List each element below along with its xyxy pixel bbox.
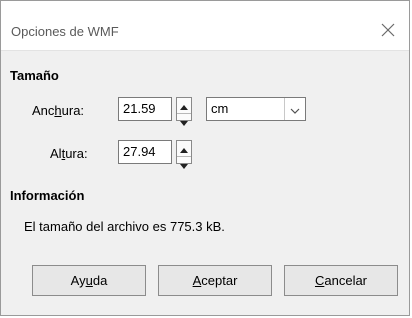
unit-select-arrow[interactable] [284, 98, 305, 120]
width-increment-button[interactable] [177, 98, 191, 114]
help-button[interactable]: Ayuda [32, 265, 146, 296]
title-bar: Opciones de WMF [1, 1, 409, 51]
ok-button[interactable]: Aceptar [158, 265, 272, 296]
height-spin-buttons[interactable] [176, 140, 192, 169]
width-spinbox[interactable]: 21.59 [118, 97, 192, 126]
height-increment-button[interactable] [177, 141, 191, 157]
help-button-label: Ayuda [70, 273, 108, 288]
window-title: Opciones de WMF [11, 24, 119, 39]
width-label: Anchura: [32, 103, 85, 118]
wmf-options-dialog: Opciones de WMF Tamaño Anchura: 21.59 cm… [0, 0, 410, 316]
width-decrement-button[interactable] [177, 114, 191, 129]
cancel-button-label: Cancelar [314, 273, 368, 288]
chevron-down-icon [290, 102, 300, 117]
height-decrement-button[interactable] [177, 157, 191, 172]
triangle-down-icon [180, 114, 188, 129]
cancel-button[interactable]: Cancelar [284, 265, 398, 296]
triangle-up-icon [180, 141, 188, 156]
height-label: Altura: [50, 146, 88, 161]
ok-button-label: Aceptar [192, 273, 238, 288]
unit-select-value: cm [211, 101, 229, 116]
close-icon [381, 23, 395, 37]
height-spinbox[interactable]: 27.94 [118, 140, 192, 169]
width-spin-buttons[interactable] [176, 97, 192, 126]
unit-select[interactable]: cm [206, 97, 306, 121]
info-section-header: Información [10, 188, 85, 203]
file-size-info: El tamaño del archivo es 775.3 kB. [24, 219, 225, 234]
size-section-header: Tamaño [10, 68, 59, 83]
close-button[interactable] [377, 19, 399, 41]
triangle-down-icon [180, 157, 188, 172]
triangle-up-icon [180, 98, 188, 113]
width-input[interactable]: 21.59 [118, 97, 172, 121]
height-input[interactable]: 27.94 [118, 140, 172, 164]
